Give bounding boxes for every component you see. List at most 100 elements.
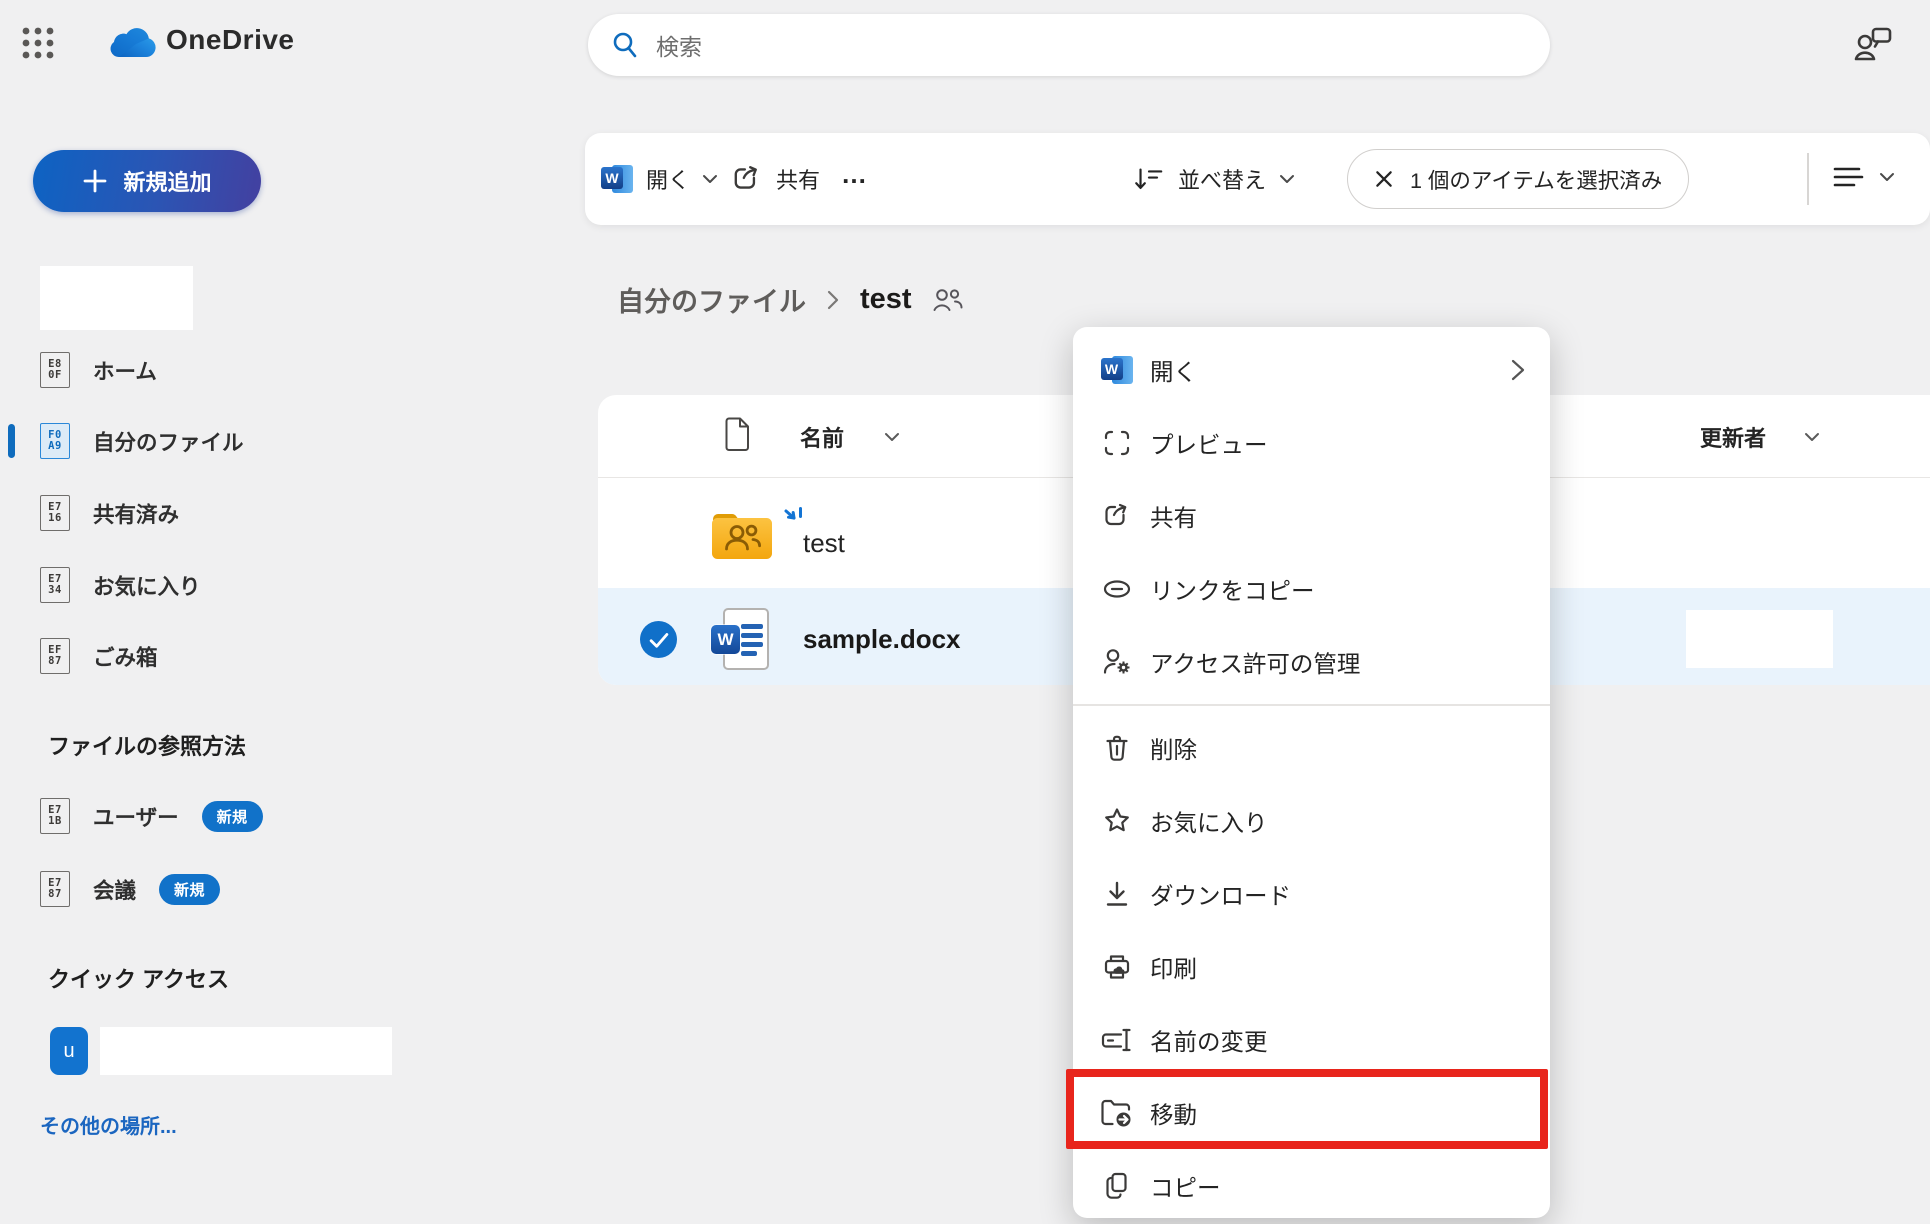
person-feedback-icon bbox=[1850, 20, 1898, 70]
share-icon bbox=[731, 163, 763, 195]
search-input[interactable]: 検索 bbox=[588, 14, 1550, 76]
more-commands-button[interactable]: … bbox=[841, 159, 869, 190]
rename-icon bbox=[1100, 1023, 1134, 1057]
meetings-glyph-icon: E787 bbox=[40, 871, 70, 907]
sort-icon bbox=[1133, 164, 1165, 194]
view-options-button[interactable] bbox=[1831, 163, 1895, 191]
sidebar-item-shared[interactable]: E716 共有済み bbox=[40, 493, 370, 533]
sidebar-item-my-files[interactable]: F0A9 自分のファイル bbox=[40, 421, 370, 461]
sidebar-item-home[interactable]: E80F ホーム bbox=[40, 350, 370, 390]
menu-item-rename[interactable]: 名前の変更 bbox=[1073, 1004, 1550, 1077]
download-icon bbox=[1100, 877, 1134, 911]
menu-item-favorite[interactable]: お気に入り bbox=[1073, 785, 1550, 858]
star-icon bbox=[1100, 804, 1134, 838]
recycle-bin-glyph-icon: EF87 bbox=[40, 638, 70, 674]
command-toolbar: W 開く 共有 … 並べ替 bbox=[585, 133, 1930, 225]
menu-item-move[interactable]: 移動 bbox=[1073, 1077, 1550, 1150]
sidebar-item-recycle-bin[interactable]: EF87 ごみ箱 bbox=[40, 636, 370, 676]
shared-people-icon bbox=[932, 287, 964, 313]
my-files-glyph-icon: F0A9 bbox=[40, 423, 70, 459]
move-to-folder-icon bbox=[1100, 1096, 1134, 1130]
menu-item-copy-link[interactable]: リンクをコピー bbox=[1073, 552, 1550, 625]
sort-button[interactable]: 並べ替え bbox=[1133, 163, 1295, 195]
search-placeholder: 検索 bbox=[656, 28, 702, 62]
waffle-icon bbox=[20, 24, 58, 62]
sidebar-item-label: ユーザー bbox=[93, 801, 179, 832]
trash-icon bbox=[1100, 731, 1134, 765]
shared-glyph-icon: E716 bbox=[40, 495, 70, 531]
chevron-down-icon bbox=[884, 431, 900, 443]
chevron-down-icon bbox=[702, 173, 718, 185]
sidebar-item-meetings[interactable]: E787 会議 新規 bbox=[40, 869, 370, 909]
manage-access-icon bbox=[1100, 645, 1134, 679]
menu-item-copy[interactable]: コピー bbox=[1073, 1150, 1550, 1223]
preview-icon bbox=[1100, 426, 1134, 460]
shared-folder-icon bbox=[711, 511, 773, 561]
people-glyph-icon: E71B bbox=[40, 798, 70, 834]
sidebar-item-label: 自分のファイル bbox=[93, 426, 244, 457]
link-icon bbox=[1100, 572, 1134, 606]
menu-item-print[interactable]: 印刷 bbox=[1073, 931, 1550, 1004]
app-title: OneDrive bbox=[166, 24, 295, 56]
share-label: 共有 bbox=[776, 163, 820, 195]
menu-item-preview[interactable]: プレビュー bbox=[1073, 406, 1550, 479]
open-button[interactable]: W 開く bbox=[601, 163, 718, 195]
onedrive-logo bbox=[106, 26, 158, 62]
sidebar-item-label: ホーム bbox=[93, 355, 157, 386]
menu-item-open[interactable]: W 開く bbox=[1073, 333, 1550, 406]
breadcrumb: 自分のファイル test bbox=[617, 280, 964, 319]
site-initial: u bbox=[63, 1040, 74, 1063]
toolbar-divider bbox=[1807, 153, 1809, 205]
quick-access-site-tile[interactable]: u bbox=[50, 1027, 88, 1075]
menu-item-share[interactable]: 共有 bbox=[1073, 479, 1550, 552]
file-name: test bbox=[803, 528, 845, 559]
word-icon: W bbox=[601, 164, 634, 194]
sidebar-item-people[interactable]: E71B ユーザー 新規 bbox=[40, 796, 370, 836]
redacted-account-box bbox=[40, 266, 193, 330]
favorites-glyph-icon: E734 bbox=[40, 567, 70, 603]
add-new-label: 新規追加 bbox=[123, 165, 211, 197]
open-label: 開く bbox=[646, 163, 690, 195]
app-launcher-button[interactable] bbox=[20, 24, 58, 62]
document-column-icon bbox=[724, 416, 752, 452]
feedback-button[interactable] bbox=[1850, 20, 1898, 70]
onedrive-app: OneDrive 検索 新規追加 E80F ホーム bbox=[0, 0, 1930, 1224]
chevron-down-icon bbox=[1279, 173, 1295, 185]
search-icon bbox=[610, 30, 640, 60]
file-name: sample.docx bbox=[803, 624, 961, 655]
word-document-icon: W bbox=[711, 608, 773, 674]
breadcrumb-chevron-icon bbox=[826, 289, 840, 311]
menu-item-delete[interactable]: 削除 bbox=[1073, 712, 1550, 785]
add-new-button[interactable]: 新規追加 bbox=[33, 150, 261, 212]
sidebar-item-favorites[interactable]: E734 お気に入り bbox=[40, 565, 370, 605]
sidebar-item-label: ごみ箱 bbox=[93, 641, 158, 672]
breadcrumb-current: test bbox=[860, 283, 912, 316]
word-icon: W bbox=[1100, 353, 1134, 387]
onedrive-cloud-icon bbox=[106, 26, 158, 62]
menu-item-manage-access[interactable]: アクセス許可の管理 bbox=[1073, 625, 1550, 698]
chevron-right-icon bbox=[1510, 357, 1526, 383]
dismiss-icon bbox=[1374, 169, 1394, 189]
column-header-name[interactable]: 名前 bbox=[800, 421, 844, 453]
share-icon bbox=[1100, 499, 1134, 533]
copy-icon bbox=[1100, 1169, 1134, 1203]
sidebar-item-label: 共有済み bbox=[93, 498, 179, 529]
selected-check-icon[interactable] bbox=[640, 621, 677, 658]
share-button[interactable]: 共有 bbox=[731, 163, 820, 195]
more-places-link[interactable]: その他の場所... bbox=[40, 1110, 177, 1139]
sidebar-item-label: 会議 bbox=[93, 874, 136, 905]
new-badge: 新規 bbox=[159, 874, 220, 905]
browse-files-section-title: ファイルの参照方法 bbox=[48, 729, 246, 761]
home-glyph-icon: E80F bbox=[40, 352, 70, 388]
view-list-icon bbox=[1831, 163, 1865, 191]
menu-divider bbox=[1073, 704, 1550, 706]
selection-status-pill[interactable]: 1 個のアイテムを選択済み bbox=[1347, 149, 1689, 209]
redacted-quick-access-name bbox=[100, 1027, 392, 1075]
context-menu: W 開く プレビュー bbox=[1073, 327, 1550, 1218]
plus-icon bbox=[82, 168, 108, 194]
sidebar-item-label: お気に入り bbox=[93, 570, 201, 601]
menu-item-download[interactable]: ダウンロード bbox=[1073, 858, 1550, 931]
column-header-modified-by[interactable]: 更新者 bbox=[1700, 421, 1766, 453]
breadcrumb-parent[interactable]: 自分のファイル bbox=[617, 280, 806, 319]
selection-status-text: 1 個のアイテムを選択済み bbox=[1410, 164, 1662, 195]
